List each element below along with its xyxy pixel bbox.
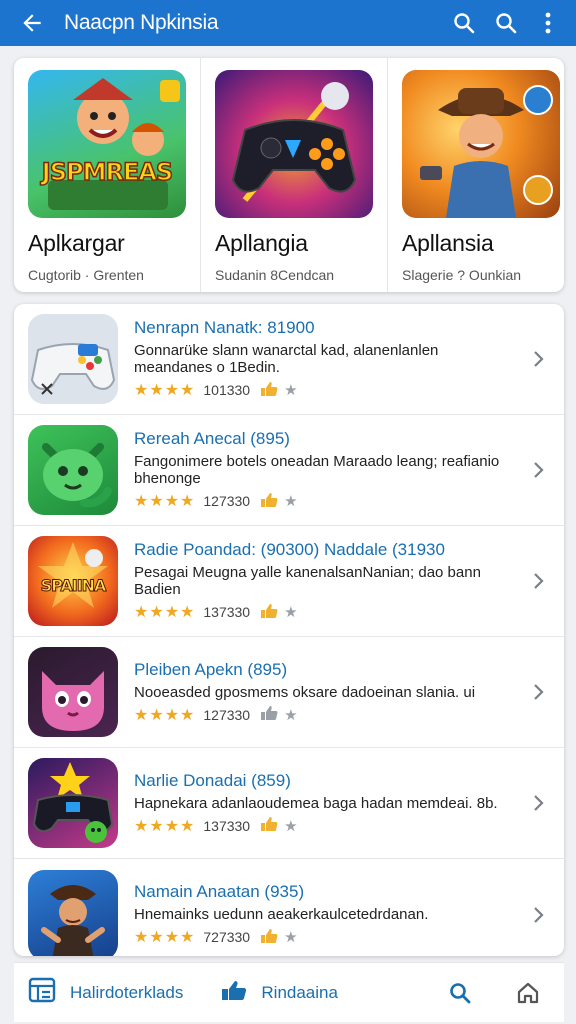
- app-info: Namain Anaatan (935) Hnemainks uedunn ae…: [134, 882, 520, 947]
- star-icon: ★: [284, 604, 298, 621]
- app-thumbnail: [28, 314, 118, 404]
- list-item[interactable]: Pleiben Apekn (895) Nooeasded gposmems o…: [14, 637, 564, 748]
- app-title: Namain Anaatan (935): [134, 882, 305, 901]
- chevron-right-icon[interactable]: [526, 791, 550, 815]
- rating-stars: ★★★★: [134, 706, 196, 724]
- search-icon[interactable]: [446, 5, 482, 41]
- app-thumbnail: [28, 647, 118, 737]
- rating-count: 101330: [203, 382, 251, 398]
- list-item[interactable]: Narlie Donadai (859) Hapnekara adanlaoud…: [14, 748, 564, 859]
- chevron-right-icon[interactable]: [526, 347, 550, 371]
- list-item[interactable]: Namain Anaatan (935) Hnemainks uedunn ae…: [14, 859, 564, 956]
- app-info: Pleiben Apekn (895) Nooeasded gposmems o…: [134, 660, 520, 725]
- app-title: Nenrapn Nanatk: 81900: [134, 318, 315, 337]
- app-thumbnail: SPAIINA: [28, 536, 118, 626]
- thumb-up-icon[interactable]: [260, 603, 278, 622]
- list-item[interactable]: SPAIINA Radie Poandad: (90300) Naddale (…: [14, 526, 564, 637]
- app-list: Nenrapn Nanatk: 81900 Gonnarüke slann wa…: [14, 304, 564, 956]
- featured-card[interactable]: Apllangia Sudanin 8Cendcan: [200, 58, 387, 292]
- featured-app-art: JSPMREAS: [28, 70, 186, 218]
- app-info: Nenrapn Nanatk: 81900 Gonnarüke slann wa…: [134, 318, 520, 400]
- chevron-right-icon[interactable]: [526, 903, 550, 927]
- app-meta: ★★★★ 137330 ★: [134, 816, 520, 836]
- rating-count: 127330: [203, 493, 251, 509]
- featured-art-text: JSPMREAS: [41, 157, 174, 187]
- star-icon: ★: [284, 706, 298, 724]
- app-meta: ★★★★ 727330 ★: [134, 927, 520, 947]
- app-title: Naacpn Npkinsia: [64, 11, 219, 34]
- featured-card[interactable]: Apllansia Slagerie ? Ounkian: [387, 58, 574, 292]
- app-description: Gonnarüke slann wanarctal kad, alanenlan…: [134, 342, 439, 376]
- chevron-right-icon[interactable]: [526, 458, 550, 482]
- featured-app-name: Aplkargar: [28, 230, 125, 256]
- app-bar: Naacpn Npkinsia: [0, 0, 576, 46]
- thumb-up-icon[interactable]: [260, 381, 278, 400]
- rating-stars: ★★★★: [134, 382, 196, 399]
- rating-count: 727330: [203, 929, 251, 945]
- rating-stars: ★★★★: [134, 493, 196, 510]
- rating-count: 137330: [203, 817, 251, 834]
- home-icon[interactable]: [516, 981, 540, 1005]
- thumb-up-icon[interactable]: [260, 816, 278, 835]
- app-title: Rereah Anecal (895): [134, 429, 290, 448]
- menu-list-icon: [28, 977, 56, 1008]
- list-item[interactable]: Nenrapn Nanatk: 81900 Gonnarüke slann wa…: [14, 304, 564, 415]
- app-description: Hapnekara adanlaoudemea baga hadan memde…: [134, 794, 498, 812]
- rating-count: 127330: [203, 706, 251, 723]
- rating-stars: ★★★★: [134, 929, 196, 946]
- bottom-nav-recommended[interactable]: Rindaaina: [221, 979, 338, 1006]
- featured-card[interactable]: JSPMREAS Aplkargar Cugtorib · Grenten: [14, 58, 200, 292]
- thumb-up-icon[interactable]: [260, 705, 278, 724]
- star-icon: ★: [284, 929, 298, 946]
- featured-app-subtitle: Slagerie ? Ounkian: [402, 267, 522, 283]
- thumb-up-icon: [221, 979, 247, 1006]
- search-icon[interactable]: [488, 5, 524, 41]
- app-title: Pleiben Apekn (895): [134, 659, 288, 679]
- featured-app-subtitle: Cugtorib · Grenten: [28, 267, 144, 283]
- featured-app-name: Apllangia: [215, 230, 308, 256]
- more-vert-icon[interactable]: [530, 5, 566, 41]
- list-item[interactable]: Rereah Anecal (895) Fangonimere botels o…: [14, 415, 564, 526]
- bottom-nav-categories[interactable]: Halirdoterklads: [28, 977, 183, 1008]
- app-description: Hnemainks uedunn aeakerkaulcetedrdanan.: [134, 906, 429, 923]
- app-description: Pesagai Meugna yalle kanenalsanNanian; d…: [134, 564, 481, 598]
- app-description: Fangonimere botels oneadan Maraado leang…: [134, 453, 500, 487]
- bottom-nav-label: Halirdoterklads: [70, 982, 184, 1002]
- featured-app-art: [215, 70, 373, 218]
- thumb-up-icon[interactable]: [260, 492, 278, 511]
- featured-carousel: JSPMREAS Aplkargar Cugtorib · Grenten Ap…: [14, 58, 564, 292]
- chevron-right-icon[interactable]: [526, 680, 550, 704]
- rating-count: 137330: [203, 604, 251, 620]
- chevron-right-icon[interactable]: [526, 569, 550, 593]
- app-title: Radie Poandad: (90300) Naddale (31930: [134, 540, 445, 559]
- thumb-up-icon[interactable]: [260, 928, 278, 947]
- app-thumbnail: [28, 869, 118, 956]
- app-info: Narlie Donadai (859) Hapnekara adanlaoud…: [134, 771, 520, 836]
- app-thumbnail: [28, 425, 118, 515]
- star-icon: ★: [284, 817, 298, 835]
- app-meta: ★★★★ 101330 ★: [134, 380, 520, 400]
- bottom-nav-label: Rindaaina: [261, 982, 338, 1002]
- app-meta: ★★★★ 127330 ★: [134, 491, 520, 511]
- search-icon[interactable]: [448, 981, 472, 1005]
- rating-stars: ★★★★: [134, 817, 196, 835]
- app-info: Radie Poandad: (90300) Naddale (31930 Pe…: [134, 540, 520, 622]
- app-thumbnail: [28, 758, 118, 848]
- star-icon: ★: [284, 382, 298, 399]
- star-icon: ★: [284, 493, 298, 510]
- app-meta: ★★★★ 137330 ★: [134, 602, 520, 622]
- app-title: Narlie Donadai (859): [134, 770, 291, 790]
- featured-app-art: [402, 70, 560, 218]
- app-info: Rereah Anecal (895) Fangonimere botels o…: [134, 429, 520, 511]
- rating-stars: ★★★★: [134, 604, 196, 621]
- app-description: Nooeasded gposmems oksare dadoeinan slan…: [134, 683, 476, 701]
- featured-app-subtitle: Sudanin 8Cendcan: [215, 267, 335, 283]
- back-arrow-icon[interactable]: [14, 5, 50, 41]
- featured-app-name: Apllansia: [402, 230, 494, 256]
- bottom-nav: Halirdoterklads Rindaaina: [14, 962, 564, 1022]
- thumbnail-text: SPAIINA: [40, 576, 107, 596]
- app-meta: ★★★★ 127330 ★: [134, 705, 520, 725]
